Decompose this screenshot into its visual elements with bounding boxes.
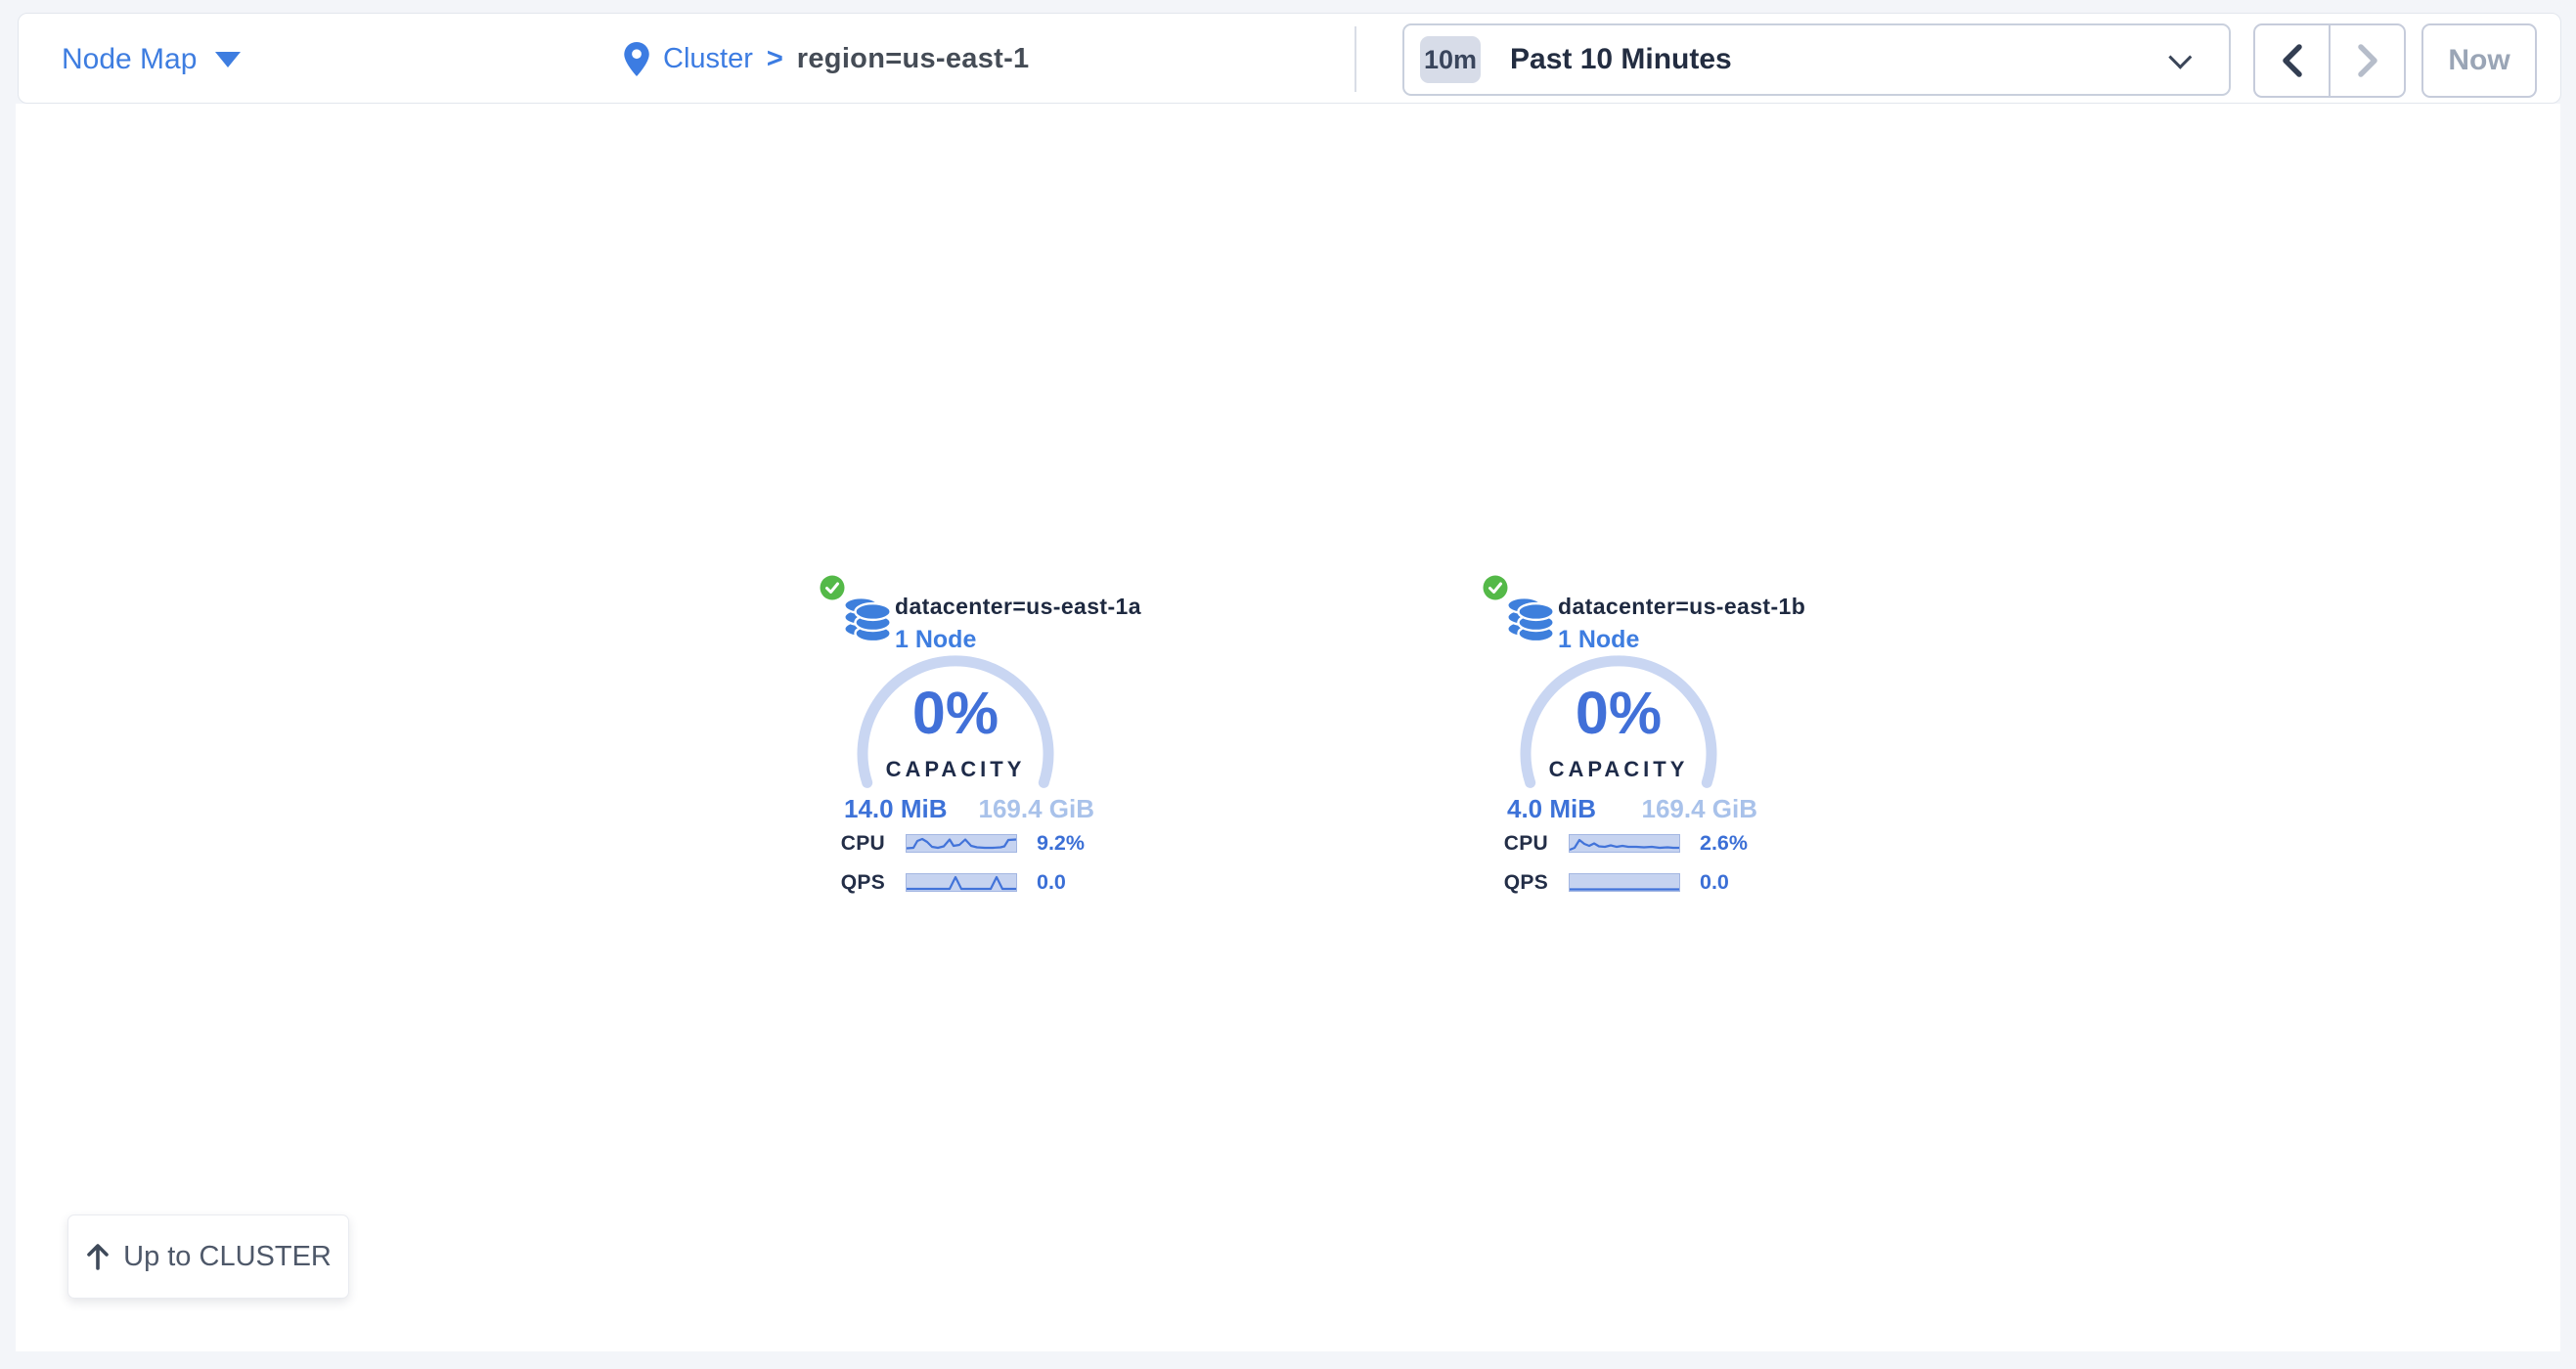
qps-label: QPS	[820, 871, 885, 895]
qps-label: QPS	[1483, 871, 1548, 895]
qps-metric-row: QPS 0.0	[820, 870, 1172, 895]
datacenter-name: datacenter=us-east-1b	[1558, 593, 1805, 620]
capacity-label: CAPACITY	[848, 757, 1063, 782]
capacity-percent: 0%	[1511, 679, 1726, 747]
capacity-values: 14.0 MiB 169.4 GiB	[844, 794, 1094, 824]
datacenter-name: datacenter=us-east-1a	[895, 593, 1141, 620]
time-range-badge: 10m	[1420, 36, 1481, 83]
capacity-used: 14.0 MiB	[844, 794, 948, 824]
qps-value: 0.0	[1700, 870, 1729, 895]
now-button[interactable]: Now	[2421, 23, 2537, 98]
arrow-up-icon	[85, 1243, 111, 1270]
view-selector-label: Node Map	[62, 43, 197, 76]
view-selector-dropdown[interactable]: Node Map	[62, 14, 241, 105]
cpu-metric-row: CPU 2.6%	[1483, 831, 1835, 856]
cpu-label: CPU	[1483, 832, 1548, 856]
metric-rows: CPU 2.6% QPS 0.0	[1483, 831, 1835, 909]
cpu-sparkline	[906, 834, 1017, 853]
chevron-right-icon	[2357, 44, 2378, 77]
database-stack-icon	[841, 593, 894, 643]
time-nav-group	[2253, 23, 2406, 98]
datacenter-header: datacenter=us-east-1b 1 Node	[1558, 593, 1805, 653]
capacity-total: 169.4 GiB	[978, 794, 1094, 824]
node-map-canvas	[16, 104, 2560, 1351]
cpu-label: CPU	[820, 832, 885, 856]
top-bar: Node Map Cluster > region=us-east-1 10m …	[18, 13, 2561, 104]
chevron-down-icon	[2168, 45, 2192, 68]
breadcrumb-separator: >	[767, 43, 783, 75]
up-to-cluster-button[interactable]: Up to CLUSTER	[67, 1214, 349, 1299]
breadcrumb-cluster-link[interactable]: Cluster	[663, 43, 753, 75]
database-stack-icon	[1504, 593, 1557, 643]
capacity-used: 4.0 MiB	[1507, 794, 1596, 824]
location-pin-icon	[624, 42, 649, 76]
up-to-cluster-label: Up to CLUSTER	[123, 1241, 332, 1273]
datacenter-widget-us-east-1b[interactable]: datacenter=us-east-1b 1 Node 0% CAPACITY…	[1483, 575, 1835, 898]
breadcrumb: Cluster > region=us-east-1	[624, 14, 1029, 105]
chevron-left-icon	[2282, 44, 2303, 77]
prev-time-button[interactable]	[2255, 25, 2331, 96]
qps-sparkline	[1569, 873, 1680, 892]
capacity-percent: 0%	[848, 679, 1063, 747]
next-time-button[interactable]	[2331, 25, 2404, 96]
datacenter-node-count: 1 Node	[1558, 626, 1805, 653]
cpu-metric-row: CPU 9.2%	[820, 831, 1172, 856]
qps-sparkline	[906, 873, 1017, 892]
datacenter-widget-us-east-1a[interactable]: datacenter=us-east-1a 1 Node 0% CAPACITY…	[820, 575, 1172, 898]
datacenter-node-count: 1 Node	[895, 626, 1141, 653]
capacity-total: 169.4 GiB	[1641, 794, 1757, 824]
topbar-divider	[1355, 26, 1356, 92]
capacity-values: 4.0 MiB 169.4 GiB	[1507, 794, 1757, 824]
qps-value: 0.0	[1037, 870, 1066, 895]
breadcrumb-current-locality: region=us-east-1	[797, 43, 1030, 75]
qps-metric-row: QPS 0.0	[1483, 870, 1835, 895]
cpu-value: 9.2%	[1037, 831, 1085, 856]
cpu-sparkline	[1569, 834, 1680, 853]
time-range-dropdown[interactable]: 10m Past 10 Minutes	[1402, 23, 2231, 96]
cpu-value: 2.6%	[1700, 831, 1748, 856]
datacenter-header: datacenter=us-east-1a 1 Node	[895, 593, 1141, 653]
capacity-label: CAPACITY	[1511, 757, 1726, 782]
time-range-label: Past 10 Minutes	[1510, 43, 1732, 76]
caret-down-icon	[215, 52, 241, 67]
metric-rows: CPU 9.2% QPS 0.0	[820, 831, 1172, 909]
